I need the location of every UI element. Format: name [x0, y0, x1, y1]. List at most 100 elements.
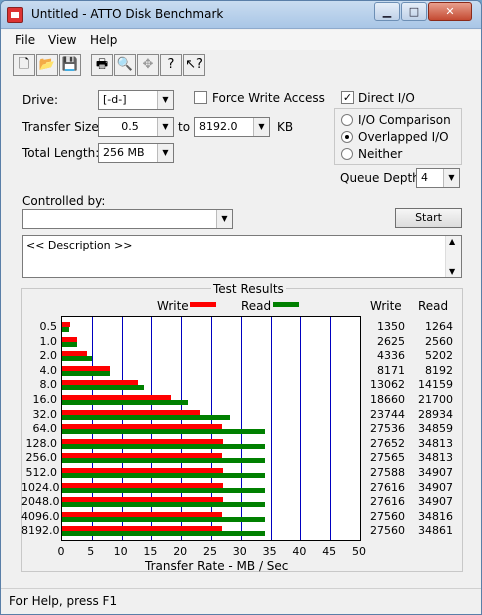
total-length-label: Total Length: [22, 146, 100, 160]
close-button[interactable]: ✕ [428, 2, 472, 21]
print-preview-button[interactable]: 🔍 [114, 54, 136, 76]
print-icon: 🖶 [95, 57, 109, 72]
print-button[interactable]: 🖶 [91, 54, 113, 76]
read-bar [62, 341, 77, 347]
context-help-icon: ↖? [185, 57, 203, 72]
description-textarea[interactable]: << Description >> ▲ ▼ [22, 235, 462, 278]
write-value: 27652 [370, 436, 405, 450]
transfer-rate-chart [61, 316, 361, 541]
controlled-by-select[interactable]: ▼ [22, 209, 233, 229]
save-button[interactable]: 💾 [59, 54, 81, 76]
write-value: 27565 [370, 451, 405, 465]
x-tick-label: 15 [143, 545, 158, 558]
read-value: 28934 [418, 407, 453, 421]
read-value: 34861 [418, 524, 453, 538]
x-tick-label: 45 [322, 545, 337, 558]
kb-label: KB [277, 120, 294, 134]
new-file-icon: 🗋 [18, 57, 30, 72]
y-tick-label: 4096.0 [21, 509, 60, 523]
y-tick-label: 2048.0 [21, 495, 60, 509]
read-bar [62, 385, 145, 391]
transfer-from-select[interactable]: 0.5 ▼ [98, 117, 174, 137]
write-value: 13062 [370, 378, 405, 392]
maximize-icon: □ [408, 5, 420, 18]
transfer-to-select[interactable]: 8192.0 ▼ [194, 117, 270, 137]
maximize-button[interactable]: □ [401, 2, 427, 21]
read-value: 34907 [418, 495, 453, 509]
y-tick-label: 64.0 [32, 422, 58, 436]
queue-depth-select[interactable]: 4 ▼ [416, 168, 460, 188]
print-preview-icon: 🔍 [116, 57, 134, 72]
read-bar [62, 458, 265, 464]
x-tick-label: 5 [87, 545, 95, 558]
scroll-up-icon[interactable]: ▲ [449, 237, 455, 246]
app-logo-icon [7, 7, 23, 23]
description-text: << Description >> [26, 239, 133, 252]
write-value: 27616 [370, 495, 405, 509]
move-button[interactable]: ✥ [137, 54, 159, 76]
total-length-select[interactable]: 256 MB ▼ [98, 143, 174, 163]
new-button[interactable]: 🗋 [13, 54, 35, 76]
read-bar [62, 531, 265, 537]
menu-bar: File View Help [1, 30, 481, 50]
read-value: 2560 [425, 334, 453, 348]
read-value: 8192 [425, 363, 453, 377]
x-tick-label: 10 [113, 545, 128, 558]
direct-io-checkbox[interactable]: ✓ [341, 91, 354, 104]
x-tick-label: 0 [57, 545, 65, 558]
help-button[interactable]: ? [160, 54, 182, 76]
read-value: 34907 [418, 480, 453, 494]
x-tick-label: 35 [262, 545, 277, 558]
write-value: 27588 [370, 466, 405, 479]
write-value: 27560 [370, 524, 405, 538]
write-value: 8171 [377, 363, 405, 377]
help-icon: ? [167, 57, 175, 72]
checkmark-icon: ✓ [342, 91, 353, 104]
start-button[interactable]: Start [395, 208, 462, 228]
io-comparison-radio[interactable] [341, 114, 353, 126]
gridline [300, 317, 302, 540]
title-bar[interactable]: Untitled - ATTO Disk Benchmark ▁ □ ✕ [1, 1, 481, 29]
write-value: 1350 [377, 320, 405, 333]
chevron-down-icon: ▼ [157, 91, 173, 109]
read-bar [62, 327, 70, 332]
scroll-down-icon[interactable]: ▼ [449, 267, 455, 276]
drive-select[interactable]: [-d-] ▼ [98, 90, 174, 110]
move-icon: ✥ [142, 57, 154, 72]
y-tick-label: 128.0 [25, 436, 58, 450]
transfer-from-value: 0.5 [121, 120, 139, 133]
neither-label: Neither [358, 147, 403, 161]
write-value: 18660 [370, 393, 405, 406]
status-text: For Help, press F1 [9, 594, 118, 608]
read-legend-swatch [273, 302, 299, 307]
write-value: 23744 [370, 407, 405, 421]
read-bar [62, 502, 266, 508]
force-write-checkbox[interactable] [194, 91, 207, 104]
read-value: 34907 [418, 466, 453, 479]
read-bar [62, 487, 266, 493]
x-axis-label: Transfer Rate - MB / Sec [145, 559, 289, 573]
overlapped-io-radio[interactable] [341, 131, 353, 143]
y-tick-label: 8.0 [39, 378, 58, 392]
read-bar [62, 516, 265, 522]
y-tick-label: 16.0 [32, 393, 58, 406]
context-help-button[interactable]: ↖? [183, 54, 205, 76]
read-bar [62, 414, 231, 420]
y-tick-label: 512.0 [25, 466, 58, 479]
start-button-label: Start [415, 211, 442, 224]
write-legend-label: Write [157, 299, 189, 313]
read-value: 1264 [425, 320, 453, 333]
neither-radio[interactable] [341, 148, 353, 160]
x-tick-label: 50 [352, 545, 366, 558]
read-column-header: Read [418, 299, 449, 313]
menu-view[interactable]: View [48, 33, 76, 47]
drive-label: Drive: [22, 93, 59, 107]
minimize-button[interactable]: ▁ [374, 2, 400, 21]
menu-help[interactable]: Help [90, 33, 117, 47]
menu-file[interactable]: File [15, 33, 35, 47]
queue-depth-value: 4 [421, 171, 428, 184]
y-tick-label: 1024.0 [21, 480, 60, 494]
chevron-down-icon: ▼ [216, 210, 232, 228]
description-scrollbar[interactable]: ▲ ▼ [445, 236, 461, 277]
open-button[interactable]: 📂 [36, 54, 58, 76]
